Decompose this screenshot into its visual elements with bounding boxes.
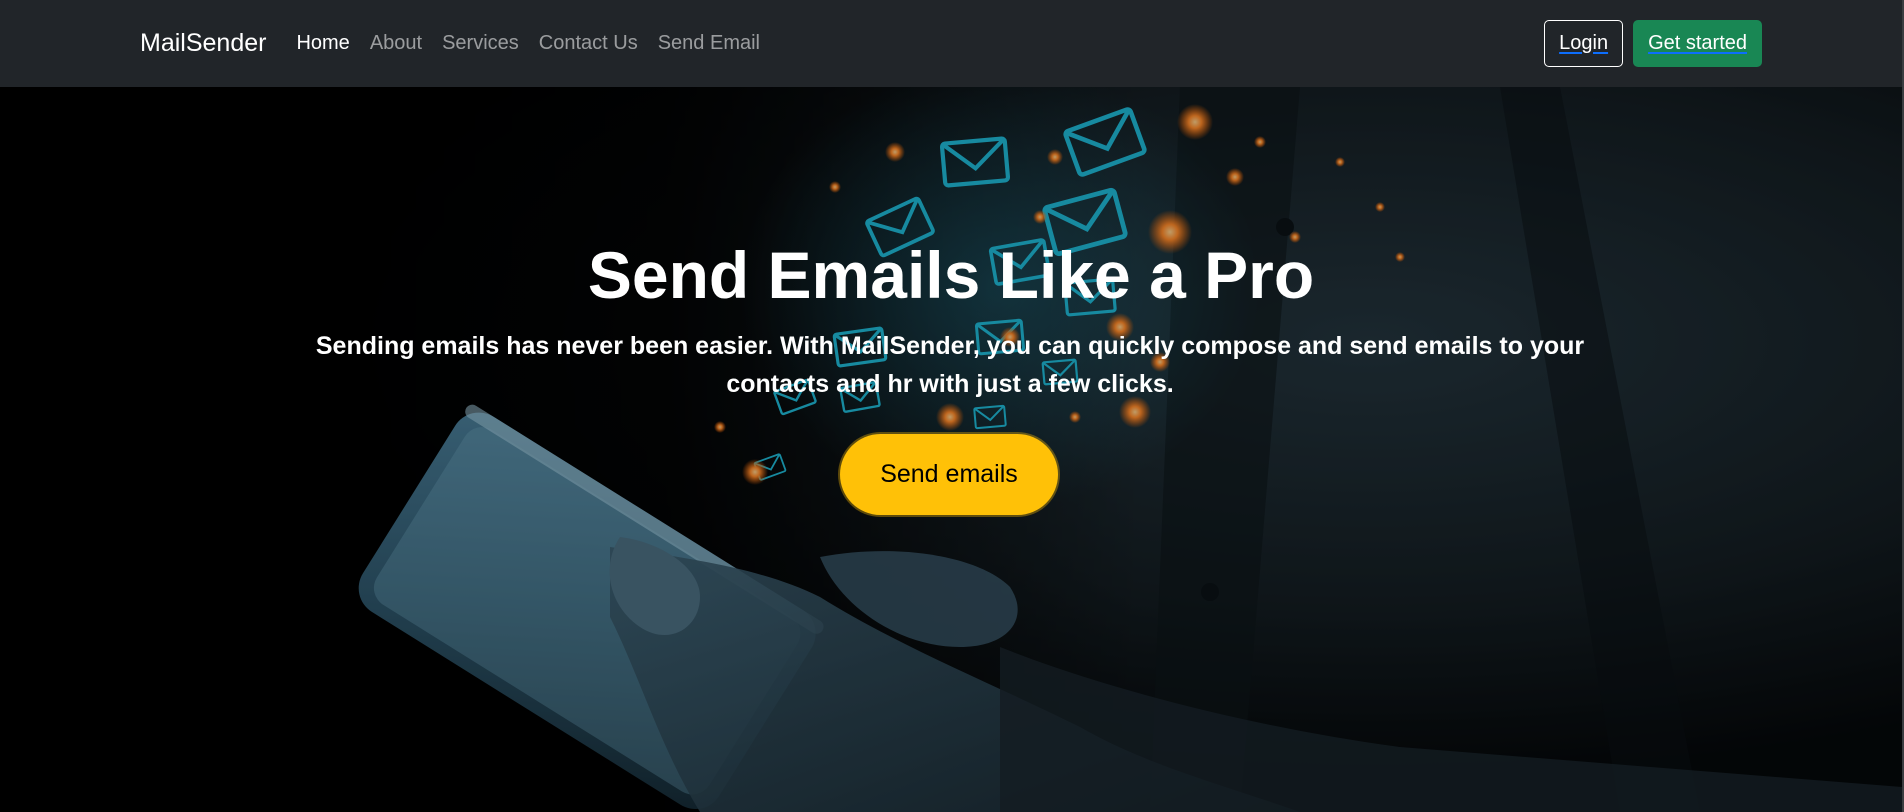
get-started-button[interactable]: Get started (1633, 20, 1762, 67)
nav-link-services[interactable]: Services (442, 32, 519, 55)
brand-logo[interactable]: MailSender (140, 29, 266, 58)
nav-link-about[interactable]: About (370, 32, 422, 55)
send-emails-button[interactable]: Send emails (840, 434, 1058, 515)
nav-link-home[interactable]: Home (296, 32, 349, 55)
login-button[interactable]: Login (1544, 20, 1624, 67)
nav-link-contact-us[interactable]: Contact Us (539, 32, 638, 55)
hero-title: Send Emails Like a Pro (587, 238, 1315, 312)
page: MailSender Home About Services Contact U… (0, 0, 1904, 812)
hero-section: Send Emails Like a Pro Sending emails ha… (0, 87, 1902, 812)
nav-actions: Login Get started (1544, 20, 1762, 67)
nav-link-send-email[interactable]: Send Email (658, 32, 760, 55)
hero-subtitle: Sending emails has never been easier. Wi… (315, 332, 1585, 398)
top-navbar: MailSender Home About Services Contact U… (0, 0, 1902, 87)
nav-links: Home About Services Contact Us Send Emai… (296, 32, 760, 55)
